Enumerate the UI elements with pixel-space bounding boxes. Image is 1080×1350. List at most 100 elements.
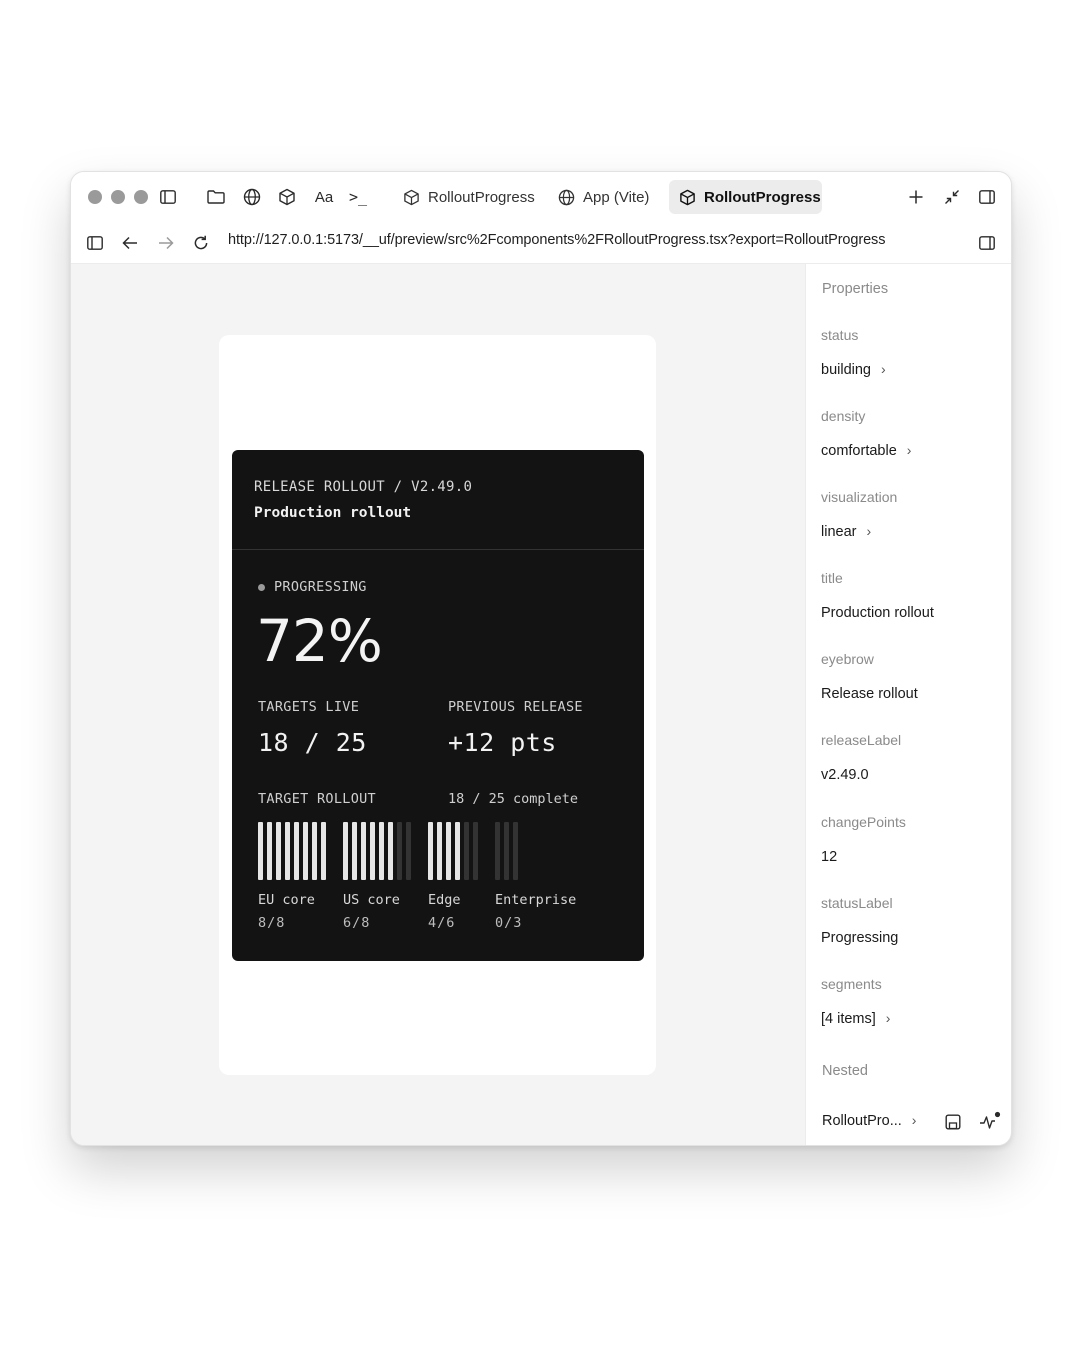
- bar-complete: [388, 822, 393, 880]
- cube-icon[interactable]: [276, 187, 298, 207]
- prop-value-segments[interactable]: [4 items] ›: [821, 1010, 890, 1027]
- forward-arrow-icon[interactable]: [156, 233, 176, 253]
- back-arrow-icon[interactable]: [120, 233, 140, 253]
- bar-complete: [276, 822, 281, 880]
- bar-pending: [495, 822, 500, 880]
- prop-label-visualization: visualization: [821, 489, 898, 505]
- prop-label-status: status: [821, 327, 859, 343]
- tab-rollout-progress-1[interactable]: RolloutProgress: [393, 180, 545, 214]
- tab-app-vite[interactable]: App (Vite): [548, 180, 659, 214]
- segment-name: Enterprise: [495, 892, 577, 908]
- right-panel-toggle-icon[interactable]: [977, 187, 997, 207]
- browser-chrome: Aa >_ RolloutProgress App (Vite) Rollout…: [71, 172, 1011, 264]
- bar-complete: [446, 822, 451, 880]
- targets-live-value: 18 / 25: [258, 728, 367, 757]
- bar-complete: [321, 822, 326, 880]
- bar-pending: [504, 822, 509, 880]
- activity-icon[interactable]: [978, 1110, 1002, 1132]
- bar-complete: [370, 822, 375, 880]
- preview-canvas: RELEASE ROLLOUT / V2.49.0 Production rol…: [71, 264, 805, 1145]
- collapse-icon[interactable]: [942, 187, 962, 207]
- prop-value-text: comfortable: [821, 443, 897, 459]
- cube-icon: [403, 189, 420, 206]
- segment-fraction: 0/3: [495, 915, 523, 931]
- bar-complete: [352, 822, 357, 880]
- chevron-right-icon: ›: [866, 523, 872, 539]
- globe-icon: [558, 189, 575, 206]
- prop-value-text: Release rollout: [821, 686, 918, 702]
- prop-value-release-label[interactable]: v2.49.0: [821, 767, 869, 783]
- save-icon[interactable]: [943, 1112, 963, 1132]
- bar-complete: [437, 822, 442, 880]
- segment-fraction: 8/8: [258, 915, 286, 931]
- bar-complete: [455, 822, 460, 880]
- status-dot-icon: [258, 583, 265, 591]
- previous-release-label: PREVIOUS RELEASE: [448, 699, 583, 715]
- terminal-icon[interactable]: >_: [346, 187, 370, 207]
- segment-bars: [258, 822, 326, 880]
- nested-item[interactable]: RolloutPro... ›: [822, 1112, 916, 1129]
- target-rollout-count: 18 / 25 complete: [448, 791, 579, 807]
- prop-label-change-points: changePoints: [821, 814, 906, 830]
- prop-label-status-label: statusLabel: [821, 895, 893, 911]
- prop-value-status[interactable]: building ›: [821, 361, 886, 378]
- nested-title: Nested: [822, 1063, 868, 1079]
- bar-pending: [513, 822, 518, 880]
- sidebar-icon[interactable]: [85, 233, 105, 253]
- segment-fraction: 6/8: [343, 915, 371, 931]
- prop-label-release-label: releaseLabel: [821, 732, 902, 748]
- prop-label-density: density: [821, 408, 866, 424]
- card-title: Production rollout: [254, 505, 412, 521]
- prop-value-title[interactable]: Production rollout: [821, 605, 934, 621]
- window-zoom-button[interactable]: [134, 190, 148, 204]
- previous-release-value: +12 pts: [448, 728, 557, 757]
- segment-eu-core: EU core 8/8: [258, 822, 326, 931]
- tab-rollout-progress-active[interactable]: RolloutProgress: [669, 180, 822, 214]
- card-header: RELEASE ROLLOUT / V2.49.0 Production rol…: [232, 450, 644, 550]
- browser-window: Aa >_ RolloutProgress App (Vite) Rollout…: [70, 171, 1012, 1146]
- bar-complete: [267, 822, 272, 880]
- segment-fraction: 4/6: [428, 915, 456, 931]
- globe-icon[interactable]: [241, 187, 263, 207]
- prop-label-segments: segments: [821, 976, 882, 992]
- segment-bars: [428, 822, 478, 880]
- tab-bar: Aa >_ RolloutProgress App (Vite) Rollout…: [71, 172, 1011, 222]
- prop-value-text: 12: [821, 849, 838, 865]
- segment-bars: [495, 822, 518, 880]
- prop-value-visualization[interactable]: linear ›: [821, 523, 872, 540]
- panel-title: Properties: [822, 281, 889, 297]
- bar-complete: [428, 822, 433, 880]
- bar-complete: [303, 822, 308, 880]
- typography-icon[interactable]: Aa: [311, 187, 337, 207]
- sidebar-toggle-icon[interactable]: [158, 187, 178, 207]
- prop-value-status-label[interactable]: Progressing: [821, 930, 898, 946]
- prop-value-text: linear: [821, 524, 857, 540]
- bar-pending: [473, 822, 478, 880]
- reload-icon[interactable]: [191, 233, 211, 253]
- panel-toggle-icon[interactable]: [977, 233, 997, 253]
- targets-live-label: TARGETS LIVE: [258, 699, 360, 715]
- folder-icon[interactable]: [205, 187, 227, 207]
- window-minimize-button[interactable]: [111, 190, 125, 204]
- bar-complete: [379, 822, 384, 880]
- bar-complete: [285, 822, 290, 880]
- progress-percent: 72%: [256, 607, 383, 675]
- address-bar-row: http://127.0.0.1:5173/__uf/preview/src%2…: [71, 222, 1011, 264]
- card-eyebrow: RELEASE ROLLOUT / V2.49.0: [254, 479, 473, 495]
- bar-pending: [464, 822, 469, 880]
- prop-value-eyebrow[interactable]: Release rollout: [821, 686, 918, 702]
- status-label: PROGRESSING: [274, 579, 367, 595]
- url-input[interactable]: http://127.0.0.1:5173/__uf/preview/src%2…: [228, 232, 885, 248]
- tab-label: RolloutProgress: [704, 188, 821, 206]
- chevron-right-icon: ›: [881, 361, 886, 377]
- bar-pending: [406, 822, 411, 880]
- prop-value-text: building: [821, 362, 871, 378]
- prop-value-change-points[interactable]: 12: [821, 849, 837, 865]
- bar-complete: [294, 822, 299, 880]
- segment-name: EU core: [258, 892, 315, 908]
- segment-us-core: US core 6/8: [343, 822, 411, 931]
- new-tab-icon[interactable]: [906, 187, 926, 207]
- window-close-button[interactable]: [88, 190, 102, 204]
- bar-complete: [361, 822, 366, 880]
- prop-value-density[interactable]: comfortable ›: [821, 442, 911, 459]
